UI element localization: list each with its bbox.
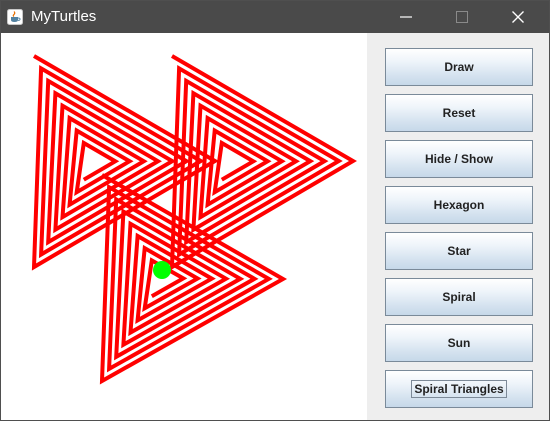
hide-show-button-label: Hide / Show [424,152,493,166]
spiral-triangles-button[interactable]: Spiral Triangles [385,370,533,408]
minimize-icon [400,16,412,18]
hexagon-button-label: Hexagon [433,198,485,212]
button-panel: Draw Reset Hide / Show Hexagon Star Spir… [367,33,549,420]
spiral-triangles-button-label: Spiral Triangles [411,380,507,398]
spiral-triangle-path [99,173,288,385]
minimize-button[interactable] [383,1,429,33]
close-icon [512,11,524,23]
turtle-drawing [31,54,357,385]
app-window: MyTurtles Draw Reset Hide / Show Hexagon… [0,0,550,421]
turtle-canvas[interactable] [1,33,367,420]
maximize-icon [456,11,468,23]
title-bar[interactable]: MyTurtles [1,1,549,33]
hide-show-button[interactable]: Hide / Show [385,140,533,178]
spiral-button[interactable]: Spiral [385,278,533,316]
sun-button[interactable]: Sun [385,324,533,362]
turtle-icon [153,261,171,279]
java-cup-icon [7,9,23,25]
hexagon-button[interactable]: Hexagon [385,186,533,224]
star-button-label: Star [447,244,471,258]
spiral-triangle-path [169,54,357,271]
reset-button-label: Reset [442,106,476,120]
close-button[interactable] [495,1,541,33]
sun-button-label: Sun [447,336,471,350]
reset-button[interactable]: Reset [385,94,533,132]
maximize-button[interactable] [439,1,485,33]
draw-button[interactable]: Draw [385,48,533,86]
star-button[interactable]: Star [385,232,533,270]
draw-button-label: Draw [444,60,474,74]
spiral-button-label: Spiral [442,290,476,304]
window-title: MyTurtles [31,8,97,25]
